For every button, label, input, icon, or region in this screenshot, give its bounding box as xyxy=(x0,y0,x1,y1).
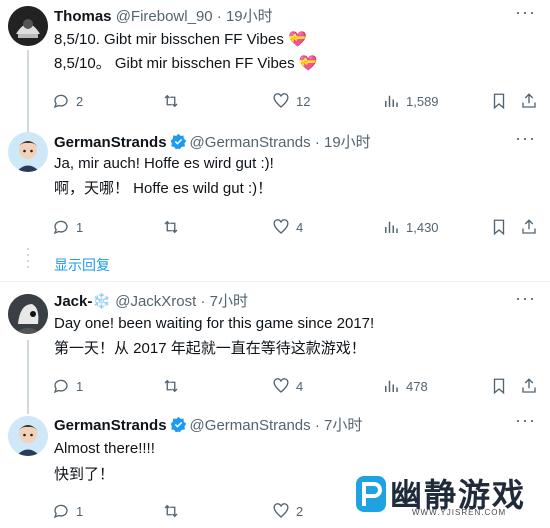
reply-button[interactable]: 1 xyxy=(52,502,83,520)
site-watermark: 幽静游戏 WWW.YJISREN.COM xyxy=(350,468,550,528)
verified-badge-icon xyxy=(170,416,187,439)
post-text: Ja, mir auch! Hoffe es wird gut :)! xyxy=(54,155,274,172)
share-button[interactable] xyxy=(520,377,538,395)
action-bar: 1 4 478 xyxy=(50,377,536,399)
post-translation: 啊，天哪！ Hoffe es wild gut :)！ xyxy=(54,180,273,197)
bookmark-icon xyxy=(493,93,505,110)
post-text: 8,5/10. Gibt mir bisschen FF Vibes 💝 xyxy=(54,31,307,48)
views-icon xyxy=(385,380,398,392)
watermark-url: WWW.YJISREN.COM xyxy=(412,508,507,517)
share-icon xyxy=(522,378,536,393)
more-options-icon[interactable]: ··· xyxy=(515,288,536,309)
repost-icon xyxy=(164,379,178,393)
more-options-icon[interactable]: ··· xyxy=(515,128,536,149)
repost-button[interactable] xyxy=(162,218,180,236)
reply-icon xyxy=(53,94,68,109)
post-jack[interactable]: Jack-❄️ @JackXrost · 7小时 ··· Day one! be… xyxy=(0,282,550,414)
verified-badge-icon xyxy=(170,133,187,156)
views-button[interactable]: 1,430 xyxy=(382,218,439,236)
action-bar: 2 12 1,589 xyxy=(50,92,536,114)
more-options-icon[interactable]: ··· xyxy=(515,2,536,23)
bookmark-icon xyxy=(493,219,505,236)
post-header: Thomas @Firebowl_90 · 19小时 xyxy=(54,7,273,27)
post-text: Almost there!!!! xyxy=(54,440,155,457)
post-thomas[interactable]: Thomas @Firebowl_90 · 19小时 ··· 8,5/10. G… xyxy=(0,0,550,132)
author-handle[interactable]: @GermanStrands xyxy=(190,134,311,151)
views-icon xyxy=(385,95,398,107)
author-handle[interactable]: @JackXrost xyxy=(115,293,196,310)
watermark-logo-icon xyxy=(356,476,386,512)
post-header: GermanStrands @GermanStrands · 7小时 xyxy=(54,416,362,439)
share-button[interactable] xyxy=(520,218,538,236)
author-name[interactable]: Thomas xyxy=(54,8,112,25)
repost-button[interactable] xyxy=(162,502,180,520)
post-time[interactable]: · 19小时 xyxy=(315,134,371,151)
reply-button[interactable]: 1 xyxy=(52,377,83,395)
more-options-icon[interactable]: ··· xyxy=(515,410,536,431)
share-button[interactable] xyxy=(520,92,538,110)
author-name[interactable]: GermanStrands xyxy=(54,134,167,151)
author-handle[interactable]: @Firebowl_90 xyxy=(116,8,213,25)
heart-icon xyxy=(273,93,289,108)
bookmark-button[interactable] xyxy=(490,92,508,110)
avatar[interactable] xyxy=(8,416,48,456)
views-icon xyxy=(385,221,398,233)
post-translation: 8,5/10。 Gibt mir bisschen FF Vibes 💝 xyxy=(54,55,318,72)
repost-icon xyxy=(164,504,178,518)
author-name[interactable]: GermanStrands xyxy=(54,417,167,434)
heart-icon xyxy=(273,219,289,234)
like-button[interactable]: 2 xyxy=(272,502,303,520)
repost-icon xyxy=(164,220,178,234)
avatar[interactable] xyxy=(8,294,48,334)
share-icon xyxy=(522,93,536,108)
like-button[interactable]: 4 xyxy=(272,377,303,395)
post-germanstrands-1[interactable]: GermanStrands @GermanStrands · 19小时 ··· J… xyxy=(0,122,550,242)
thread-dots xyxy=(27,248,29,272)
post-header: GermanStrands @GermanStrands · 19小时 xyxy=(54,133,371,156)
heart-icon xyxy=(273,378,289,393)
repost-button[interactable] xyxy=(162,377,180,395)
action-bar: 1 4 1,430 xyxy=(50,218,536,240)
post-time[interactable]: · 19小时 xyxy=(217,8,273,25)
post-translation: 快到了！ xyxy=(54,466,115,483)
post-text: Day one! been waiting for this game sinc… xyxy=(54,315,375,332)
post-header: Jack-❄️ @JackXrost · 7小时 xyxy=(54,292,248,312)
bookmark-button[interactable] xyxy=(490,218,508,236)
avatar[interactable] xyxy=(8,6,48,46)
like-button[interactable]: 12 xyxy=(272,92,310,110)
reply-button[interactable]: 1 xyxy=(52,218,83,236)
post-translation: 第一天！从 2017 年起就一直在等待这款游戏！ xyxy=(54,340,366,357)
reply-button[interactable]: 2 xyxy=(52,92,83,110)
heart-icon xyxy=(273,503,289,518)
post-time[interactable]: · 7小时 xyxy=(315,417,363,434)
bookmark-icon xyxy=(493,378,505,395)
repost-icon xyxy=(164,94,178,108)
views-button[interactable]: 478 xyxy=(382,377,428,395)
post-time[interactable]: · 7小时 xyxy=(200,293,248,310)
reply-icon xyxy=(53,379,68,394)
views-button[interactable]: 1,589 xyxy=(382,92,439,110)
avatar[interactable] xyxy=(8,132,48,172)
author-handle[interactable]: @GermanStrands xyxy=(190,417,311,434)
reply-icon xyxy=(53,504,68,519)
like-button[interactable]: 4 xyxy=(272,218,303,236)
bookmark-button[interactable] xyxy=(490,377,508,395)
reply-icon xyxy=(53,220,68,235)
show-replies-link[interactable]: 显示回复 xyxy=(54,255,110,275)
share-icon xyxy=(522,219,536,234)
thread-line xyxy=(27,50,29,132)
thread-line xyxy=(27,340,29,414)
author-name[interactable]: Jack-❄️ xyxy=(54,293,111,310)
repost-button[interactable] xyxy=(162,92,180,110)
